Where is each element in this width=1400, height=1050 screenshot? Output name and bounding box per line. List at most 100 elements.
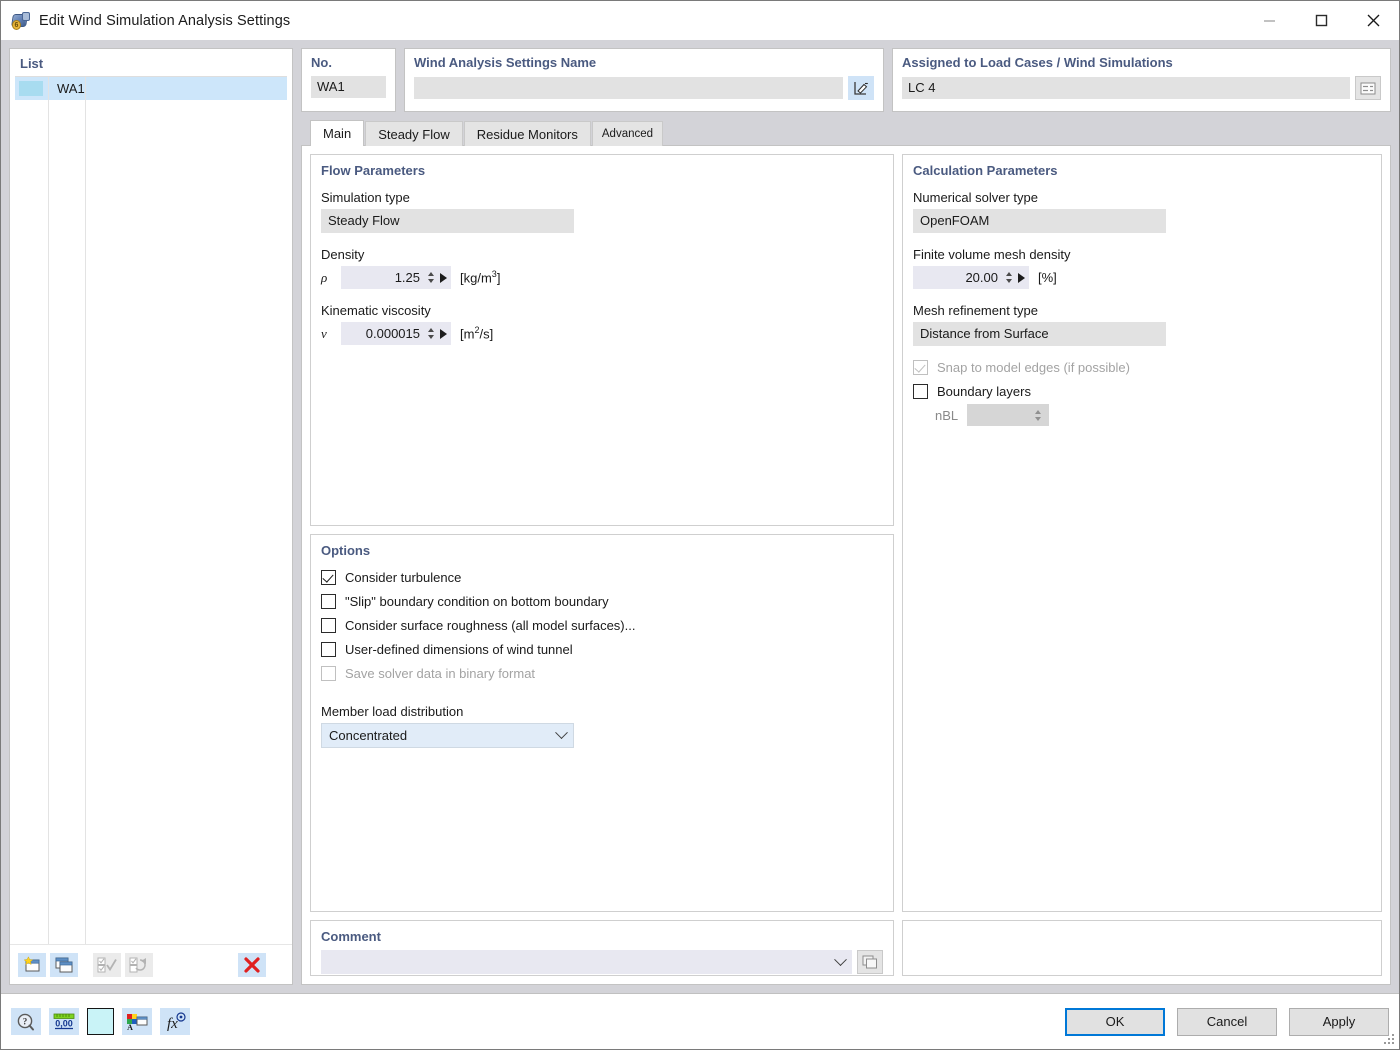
comment-input[interactable] [321, 950, 852, 974]
density-label: Density [321, 247, 365, 262]
checkbox-surface-roughness[interactable] [321, 618, 336, 633]
viscosity-value: 0.000015 [365, 326, 420, 341]
option-snap-to-edges: Snap to model edges (if possible) [913, 360, 1371, 375]
checkbox-user-defined-dimensions[interactable] [321, 642, 336, 657]
mesh-density-stepper[interactable] [1003, 272, 1014, 283]
edit-name-button[interactable] [848, 76, 874, 100]
solver-label: Numerical solver type [913, 190, 1038, 205]
assigned-box: Assigned to Load Cases / Wind Simulation… [892, 48, 1391, 112]
option-label: Consider turbulence [345, 570, 462, 585]
checkbox-consider-turbulence[interactable] [321, 570, 336, 585]
option-consider-turbulence[interactable]: Consider turbulence [321, 570, 883, 585]
option-label: "Slip" boundary condition on bottom boun… [345, 594, 609, 609]
density-expand-icon[interactable] [440, 272, 447, 283]
help-info-icon[interactable]: ? [11, 1008, 41, 1035]
resize-grip[interactable] [1384, 1034, 1396, 1046]
svg-text:fx: fx [167, 1016, 178, 1032]
density-input[interactable]: 1.25 [341, 266, 451, 289]
option-label: Consider surface roughness (all model su… [345, 618, 636, 633]
text-style-icon[interactable]: A [122, 1008, 152, 1035]
select-load-cases-button[interactable] [1355, 76, 1381, 100]
main-right-column: Calculation Parameters Numerical solver … [902, 154, 1382, 976]
viscosity-expand-icon[interactable] [440, 328, 447, 339]
units-decimal-icon[interactable]: 0,00 [49, 1008, 79, 1035]
dialog-body: List WA1 No. WA1 Wind Analysis Settings … [1, 40, 1399, 985]
nbl-label: nBL [935, 407, 959, 423]
list-grid[interactable]: WA1 [15, 76, 287, 944]
copy-settings-button[interactable] [50, 952, 78, 977]
flow-parameters-group: Flow Parameters Simulation type Steady F… [310, 154, 894, 526]
svg-text:0,00: 0,00 [55, 1018, 73, 1028]
formula-icon[interactable]: fx [160, 1008, 190, 1035]
cancel-button[interactable]: Cancel [1177, 1007, 1277, 1036]
nbl-input [967, 404, 1049, 426]
tab-steady-flow[interactable]: Steady Flow [365, 121, 463, 146]
color-swatch [19, 81, 43, 96]
chevron-down-icon [555, 726, 568, 740]
options-group: Options Consider turbulence "Slip" bound… [310, 534, 894, 912]
option-slip-boundary[interactable]: "Slip" boundary condition on bottom boun… [321, 594, 883, 609]
mesh-density-label: Finite volume mesh density [913, 247, 1071, 262]
name-label: Wind Analysis Settings Name [414, 55, 597, 70]
tab-main[interactable]: Main [310, 120, 365, 146]
list-panel-title: List [20, 56, 44, 71]
apply-button[interactable]: Apply [1289, 1007, 1389, 1036]
solver-value[interactable]: OpenFOAM [913, 209, 1166, 233]
ok-button[interactable]: OK [1065, 1007, 1165, 1036]
option-label: Snap to model edges (if possible) [937, 360, 1130, 375]
option-label: User-defined dimensions of wind tunnel [345, 642, 573, 657]
simulation-type-value[interactable]: Steady Flow [321, 209, 574, 233]
list-toolbar [10, 944, 292, 984]
nbl-row: nBL [935, 404, 1371, 426]
option-surface-roughness[interactable]: Consider surface roughness (all model su… [321, 618, 883, 633]
mesh-density-expand-icon[interactable] [1018, 272, 1025, 283]
header-row: No. WA1 Wind Analysis Settings Name Assi… [301, 48, 1391, 112]
viscosity-unit: [m2/s] [460, 325, 494, 342]
option-boundary-layers[interactable]: Boundary layers [913, 384, 1371, 399]
window-controls [1243, 1, 1399, 40]
checkbox-binary-format [321, 666, 336, 681]
main-left-column: Flow Parameters Simulation type Steady F… [310, 154, 894, 976]
no-box: No. WA1 [301, 48, 396, 112]
option-user-defined-dimensions[interactable]: User-defined dimensions of wind tunnel [321, 642, 883, 657]
mesh-density-unit: [%] [1038, 270, 1057, 285]
close-button[interactable] [1347, 1, 1399, 40]
viscosity-stepper[interactable] [425, 328, 436, 339]
tab-residue-monitors[interactable]: Residue Monitors [463, 121, 591, 146]
delete-settings-button[interactable] [238, 952, 266, 977]
minimize-button[interactable] [1243, 1, 1295, 40]
simulation-type-label: Simulation type [321, 190, 410, 205]
option-binary-format: Save solver data in binary format [321, 666, 883, 681]
chevron-down-icon[interactable] [834, 952, 847, 966]
viscosity-row: ν 0.000015 [m2/s] [321, 322, 883, 345]
density-value: 1.25 [394, 270, 420, 285]
viscosity-symbol: ν [321, 325, 327, 341]
invert-selection-button [125, 952, 153, 977]
option-label: Boundary layers [937, 384, 1031, 399]
checkbox-boundary-layers[interactable] [913, 384, 928, 399]
mesh-density-input[interactable]: 20.00 [913, 266, 1029, 289]
new-settings-button[interactable] [18, 952, 46, 977]
name-input[interactable] [414, 77, 843, 99]
density-stepper[interactable] [425, 272, 436, 283]
member-load-select[interactable]: Concentrated [321, 723, 574, 748]
list-item-label: WA1 [57, 81, 85, 96]
bottom-bar: ? 0,00 A fx OK Cancel Apply [1, 993, 1399, 1049]
color-swatch-icon[interactable] [87, 1008, 114, 1035]
tab-advanced[interactable]: Advanced [591, 121, 664, 146]
viscosity-input[interactable]: 0.000015 [341, 322, 451, 345]
refinement-label: Mesh refinement type [913, 303, 1039, 318]
flow-parameters-title: Flow Parameters [321, 163, 426, 178]
maximize-button[interactable] [1295, 1, 1347, 40]
options-title: Options [321, 543, 371, 558]
list-item[interactable]: WA1 [15, 77, 287, 100]
comment-library-button[interactable] [857, 950, 883, 974]
right-side: No. WA1 Wind Analysis Settings Name Assi… [301, 48, 1391, 985]
refinement-value[interactable]: Distance from Surface [913, 322, 1166, 346]
density-symbol: ρ [321, 269, 328, 285]
checkbox-snap-to-edges [913, 360, 928, 375]
assigned-value[interactable]: LC 4 [902, 77, 1350, 99]
checkbox-slip-boundary[interactable] [321, 594, 336, 609]
tab-panel-main: Flow Parameters Simulation type Steady F… [301, 146, 1391, 985]
title-bar: 6 Edit Wind Simulation Analysis Settings [1, 1, 1399, 40]
